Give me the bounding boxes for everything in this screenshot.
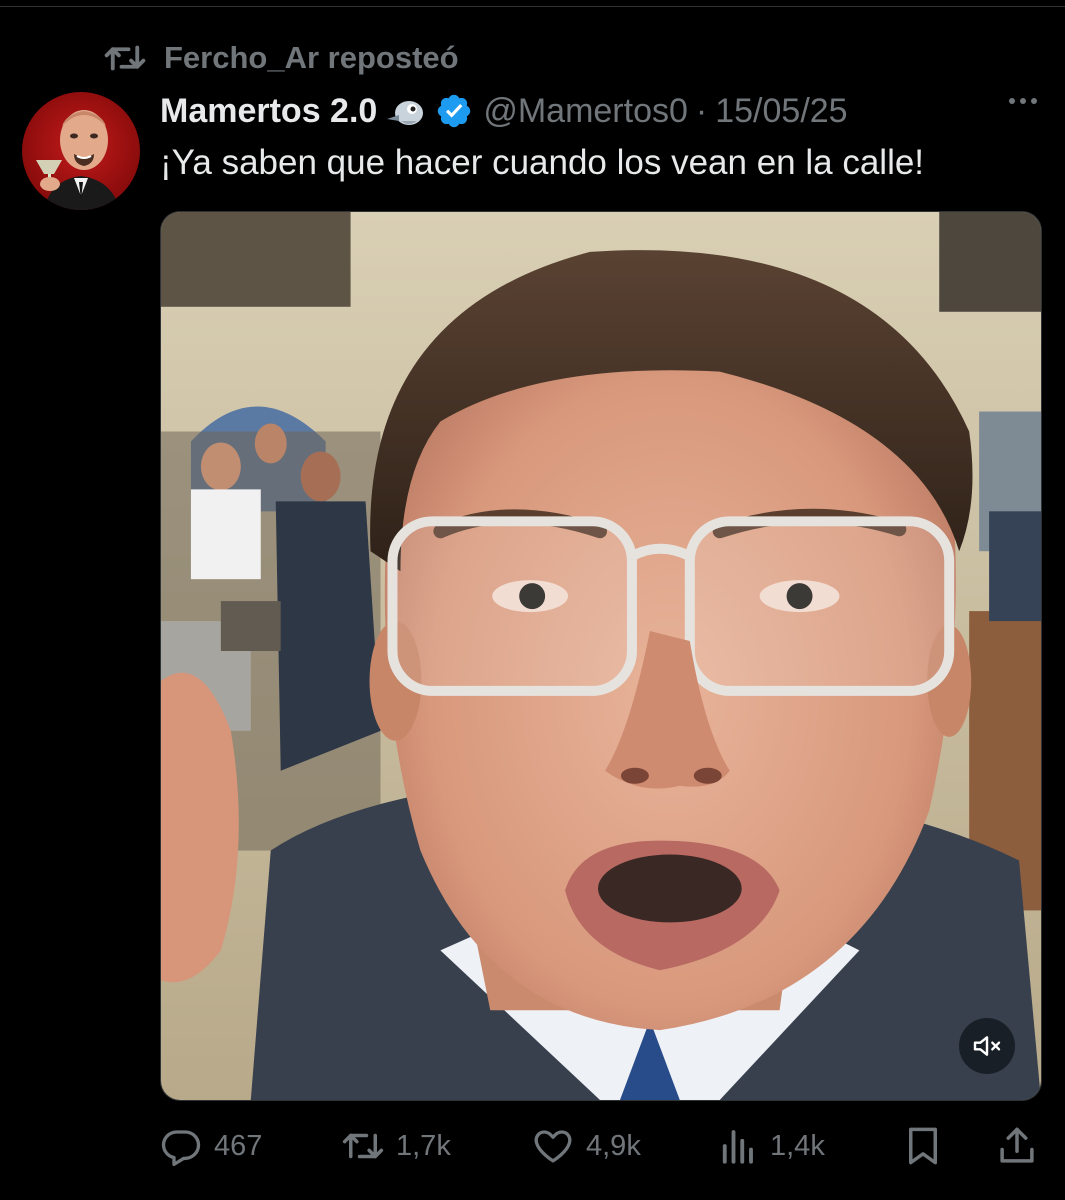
repost-icon [104, 45, 146, 71]
user-handle[interactable]: @Mamertos0 [483, 92, 688, 131]
tweet-header: Mamertos 2.0 @Mamertos0 · 15/05/25 [160, 86, 848, 136]
video-frame [161, 212, 1041, 1100]
header-separator: · [695, 91, 708, 130]
repost-count: 1,7k [396, 1129, 451, 1162]
muted-speaker-icon [973, 1036, 1001, 1056]
tweet-actions-bar: 467 1,7k 4,9k 1,4k [160, 1118, 1040, 1174]
repost-icon [342, 1133, 384, 1159]
tweet-date[interactable]: 15/05/25 [715, 92, 847, 131]
share-icon [1000, 1127, 1034, 1163]
bookmark-icon [909, 1127, 937, 1165]
display-name[interactable]: Mamertos 2.0 [160, 92, 377, 131]
bird-emoji [387, 101, 424, 125]
views-button[interactable]: 1,4k [716, 1118, 825, 1174]
reply-count: 467 [214, 1129, 263, 1162]
reply-button[interactable]: 467 [160, 1118, 262, 1174]
more-options-button[interactable] [1009, 98, 1037, 104]
more-dot-icon [1031, 98, 1037, 104]
bookmark-button[interactable] [902, 1118, 944, 1174]
avatar-image [36, 110, 120, 210]
video-player[interactable] [160, 211, 1042, 1101]
avatar[interactable] [22, 92, 140, 210]
more-dot-icon [1009, 98, 1015, 104]
heart-icon [534, 1130, 572, 1163]
more-dot-icon [1020, 98, 1026, 104]
mute-toggle-button[interactable] [959, 1018, 1015, 1074]
repost-text: Fercho_Ar reposteó [164, 40, 459, 75]
repost-indicator[interactable]: Fercho_Ar reposteó [104, 38, 459, 78]
like-count: 4,9k [586, 1129, 641, 1162]
share-button[interactable] [996, 1118, 1038, 1174]
like-button[interactable]: 4,9k [532, 1118, 641, 1174]
verified-badge-icon [438, 94, 471, 128]
reply-icon [161, 1130, 201, 1167]
repost-button[interactable]: 1,7k [342, 1118, 451, 1174]
top-divider [0, 6, 1065, 7]
tweet-text: ¡Ya saben que hacer cuando los vean en l… [160, 143, 925, 182]
view-count: 1,4k [770, 1129, 825, 1162]
analytics-icon [722, 1130, 753, 1164]
